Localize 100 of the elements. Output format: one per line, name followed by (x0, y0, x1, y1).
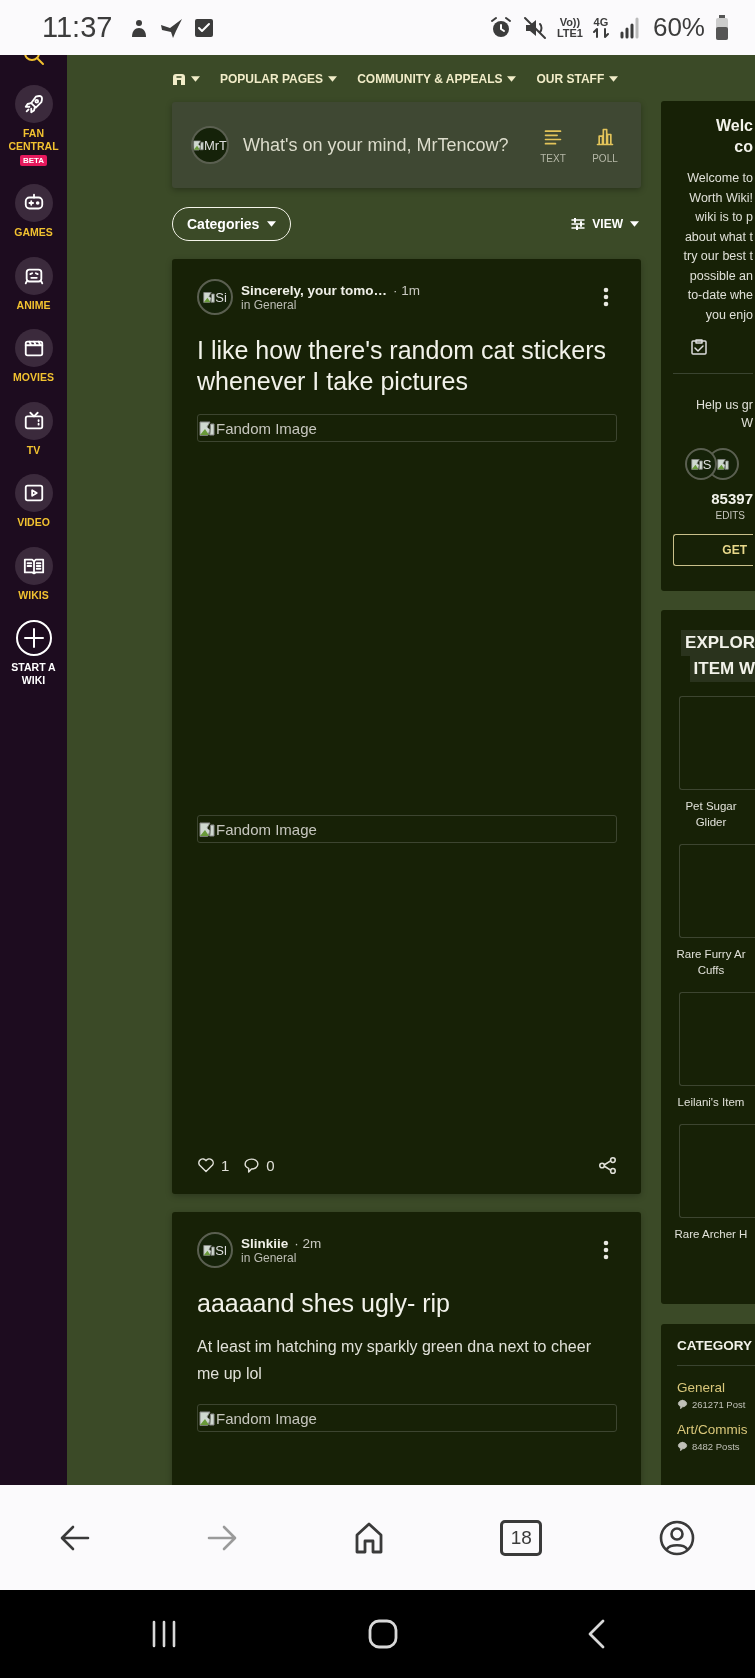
item-label[interactable]: Rare Archer H (667, 1226, 755, 1242)
card-title: Welc (715, 116, 753, 136)
mute-icon (522, 15, 547, 40)
welcome-text: Welcome to (687, 170, 753, 187)
sidebar-item[interactable]: TV (3, 401, 64, 456)
wiki-menu[interactable] (172, 72, 200, 85)
welcome-text: about what t (684, 228, 753, 246)
data-arrows-icon (592, 28, 609, 38)
play-icon (22, 482, 45, 504)
card-title: CATEGORY (677, 1338, 753, 1353)
welcome-text: Worth Wiki! (689, 189, 753, 207)
back-icon[interactable] (587, 1619, 605, 1649)
post-category[interactable]: in General (241, 297, 595, 312)
battery-icon (715, 14, 729, 41)
clock-time: 11:37 (42, 11, 113, 44)
speech-bubble-icon (243, 1156, 261, 1174)
network-label: LTE1 (556, 27, 583, 39)
author-name[interactable]: Sincerely, your tomo… (241, 282, 388, 298)
sidebar-label: ANIME (15, 298, 52, 311)
image-alt-text: Fandom Image (216, 419, 317, 437)
post-title[interactable]: aaaaand shes ugly- rip (197, 1288, 617, 1319)
sidebar-label: TV (25, 443, 42, 456)
sidebar-label: MOVIES (12, 371, 55, 384)
like-button[interactable]: 1 (197, 1156, 230, 1174)
post-input-field[interactable]: MrT What's on your mind, MrTencow? TEXT POLL (172, 102, 641, 188)
speech-bubble-icon (677, 1399, 688, 1410)
post-category[interactable]: in General (241, 1250, 595, 1265)
more-options-icon[interactable] (603, 287, 609, 307)
heart-icon (197, 1157, 215, 1173)
battery-percent: 60% (652, 12, 705, 43)
category-link[interactable]: Art/Commis (677, 1422, 755, 1437)
sidebar-label: START A WIKI (10, 661, 57, 686)
post-count: 261271 Post (692, 1399, 746, 1410)
post-type-button[interactable]: POLL (585, 126, 625, 164)
item-label[interactable]: Leilani's Item (667, 1094, 755, 1110)
sidebar-item[interactable]: GAMES (3, 184, 64, 239)
broken-image-icon (199, 1410, 215, 1426)
category-link[interactable]: General (677, 1380, 755, 1395)
sidebar-label: WIKIS (17, 588, 50, 601)
item-label[interactable]: Glider (667, 814, 755, 830)
item-thumbnail[interactable] (679, 992, 755, 1086)
welcome-text: to-date whe (687, 287, 753, 304)
item-label[interactable]: Rare Furry Ar (667, 946, 755, 962)
sidebar-item[interactable]: START A WIKI (3, 619, 64, 686)
broken-image-icon (203, 291, 216, 303)
image-alt-text: Fandom Image (216, 1409, 317, 1427)
broken-image-icon (717, 458, 729, 470)
author-name[interactable]: Slinkiie (241, 1235, 289, 1251)
post-time: · 2m (294, 1235, 322, 1251)
share-icon[interactable] (598, 1156, 617, 1174)
bird-icon (160, 16, 185, 39)
item-thumbnail[interactable] (679, 1124, 755, 1218)
tabs-button[interactable]: 18 (500, 1519, 543, 1556)
nav-menu[interactable]: OUR STAFF (536, 71, 619, 86)
get-started-button[interactable]: GET (673, 534, 753, 566)
avatar-alt-text: MrT (203, 137, 227, 153)
post-body: At least im hatching my sparkly green dna next to cheer me up lol (197, 1337, 592, 1384)
sidebar-label: FAN CENTRAL (7, 127, 60, 152)
beta-badge: BETA (19, 155, 48, 166)
comment-button[interactable]: 0 (243, 1156, 275, 1174)
broken-image-icon (199, 420, 215, 436)
post-count: 8482 Posts (692, 1441, 740, 1452)
home-button-icon[interactable] (367, 1619, 398, 1649)
view-menu[interactable]: VIEW (571, 217, 639, 231)
bar-chart-icon (595, 126, 615, 147)
sidebar-item[interactable]: FAN CENTRAL BETA (3, 85, 64, 166)
forward-arrow-icon[interactable] (206, 1524, 237, 1551)
caret-icon (609, 75, 619, 82)
caret-icon (191, 75, 200, 82)
broken-image-icon (199, 821, 215, 837)
avatar-alt-text: Sl (215, 1242, 227, 1258)
sidebar-item[interactable]: VIDEO (3, 474, 64, 529)
checkbox-icon (194, 17, 215, 38)
post-time: · 1m (393, 282, 421, 298)
card-title: co (734, 137, 753, 157)
nav-label: OUR STAFF (536, 71, 605, 86)
search-icon[interactable] (21, 55, 46, 67)
item-thumbnail[interactable] (679, 844, 755, 938)
sidebar-item[interactable]: MOVIES (3, 329, 64, 384)
recent-apps-icon[interactable] (150, 1620, 178, 1648)
broken-image-icon (193, 139, 204, 151)
home-icon[interactable] (353, 1521, 384, 1554)
clipboard-check-icon (691, 339, 707, 355)
back-arrow-icon[interactable] (60, 1524, 90, 1551)
sidebar-item[interactable]: WIKIS (3, 546, 64, 601)
sidebar-item[interactable]: ANIME (3, 256, 64, 311)
rocket-icon (22, 93, 45, 115)
item-label[interactable]: Cuffs (667, 962, 755, 978)
item-label[interactable]: Pet Sugar (667, 798, 755, 814)
edit-count-label: EDITS (715, 510, 745, 521)
post-title[interactable]: I like how there's random cat stickers whenever I take pictures (197, 335, 617, 397)
caret-icon (507, 75, 517, 82)
item-thumbnail[interactable] (679, 696, 755, 790)
more-options-icon[interactable] (603, 1240, 609, 1260)
image-alt-text: Fandom Image (216, 820, 317, 838)
account-icon[interactable] (659, 1519, 695, 1556)
caret-icon (328, 75, 338, 82)
post-type-button[interactable]: TEXT (533, 126, 573, 164)
plus-circle-icon (14, 619, 53, 657)
network-label: Vo)) (559, 16, 581, 28)
